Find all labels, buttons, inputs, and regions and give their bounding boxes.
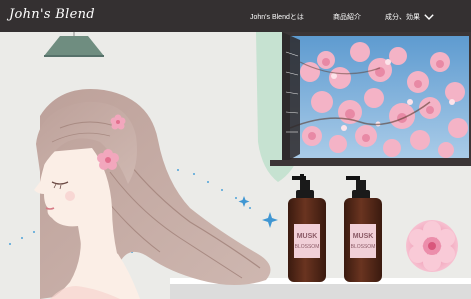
- nav-dropdown-ingredients[interactable]: 成分、効果: [385, 12, 434, 22]
- page: John's Blend John's Blendとは 商品紹介 成分、効果 M…: [0, 0, 471, 299]
- bottle-2-label-top: MUSK: [353, 233, 374, 240]
- bottle-1-label-bottom: BLOSSOM: [295, 244, 320, 250]
- top-nav-bar: John's Blend John's Blendとは 商品紹介 成分、効果: [0, 0, 471, 32]
- bottle-1-label-top: MUSK: [297, 233, 318, 240]
- pink-flower: [406, 220, 458, 272]
- nav-link-products-label: 商品紹介: [333, 14, 361, 21]
- bottle-2-label-bottom: BLOSSOM: [351, 244, 376, 250]
- nav-link-about[interactable]: John's Blendとは: [250, 12, 304, 22]
- hero-illustration: MUSK BLOSSOM MUSK BLOSSOM: [0, 32, 471, 299]
- blossom-window: [270, 32, 471, 166]
- nav-link-about-label: John's Blendとは: [250, 14, 304, 21]
- chevron-down-icon: [424, 14, 434, 21]
- nav-dropdown-ingredients-label: 成分、効果: [385, 14, 420, 21]
- nav-link-products[interactable]: 商品紹介: [333, 12, 361, 22]
- brand-logo[interactable]: John's Blend: [9, 7, 95, 22]
